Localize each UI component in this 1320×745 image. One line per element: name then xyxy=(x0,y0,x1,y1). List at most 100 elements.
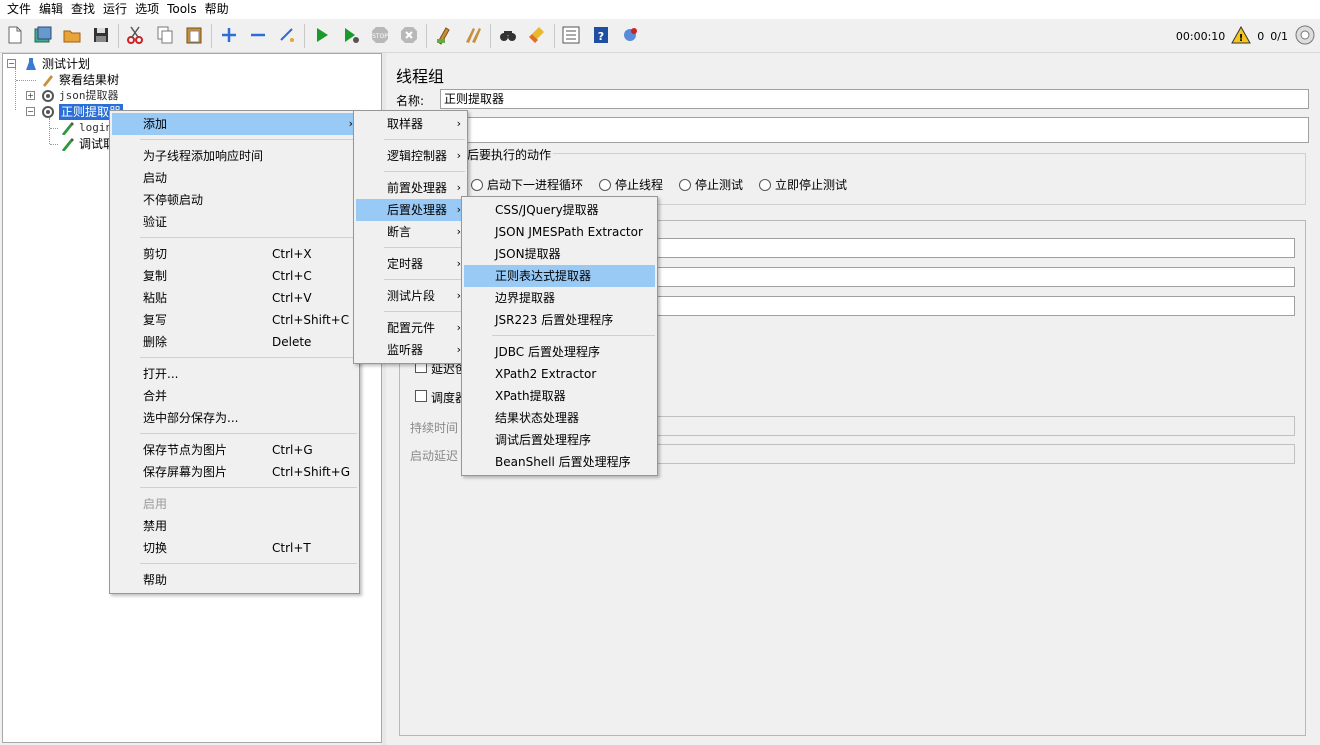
duration-input[interactable] xyxy=(655,416,1295,436)
menu-item-merge[interactable]: 合并 xyxy=(112,385,357,407)
radio-start-next-loop[interactable]: 启动下一进程循环 xyxy=(471,176,583,193)
menu-item-jsr223-postprocessor[interactable]: JSR223 后置处理程序 xyxy=(464,309,655,331)
menu-item-listener[interactable]: 监听器 › xyxy=(356,339,465,361)
clear-icon[interactable] xyxy=(433,24,455,46)
menu-item-regex-extractor[interactable]: 正则表达式提取器 xyxy=(464,265,655,287)
start-icon[interactable] xyxy=(311,24,333,46)
radio-stop-thread[interactable]: 停止线程 xyxy=(599,176,663,193)
search-icon[interactable] xyxy=(497,24,519,46)
function-helper-icon[interactable] xyxy=(560,24,582,46)
menu-help[interactable]: 帮助 xyxy=(201,0,233,19)
reset-search-icon[interactable] xyxy=(526,24,548,46)
menu-item-beanshell-postprocessor[interactable]: BeanShell 后置处理程序 xyxy=(464,451,655,473)
menu-item-help[interactable]: 帮助 xyxy=(112,569,357,591)
scheduler-checkbox[interactable] xyxy=(415,390,427,402)
help-icon[interactable]: ? xyxy=(590,24,612,46)
shutdown-icon[interactable] xyxy=(398,24,420,46)
tree-node-json-extractor[interactable]: json提取器 xyxy=(40,88,119,104)
menu-item-validate[interactable]: 验证 xyxy=(112,211,357,233)
copy-icon[interactable] xyxy=(154,24,176,46)
radio-circle[interactable] xyxy=(679,178,691,191)
menu-item-disable[interactable]: 禁用 xyxy=(112,515,357,537)
menu-item-save-selection[interactable]: 选中部分保存为... xyxy=(112,407,357,429)
startup-delay-input[interactable] xyxy=(655,444,1295,464)
menu-item-copy[interactable]: 复制 Ctrl+C xyxy=(112,265,357,287)
tree-node-view-results[interactable]: 察看结果树 xyxy=(40,72,119,88)
menu-item-start[interactable]: 启动 xyxy=(112,167,357,189)
loop-count-input[interactable] xyxy=(655,296,1295,316)
menu-item-save-node-image[interactable]: 保存节点为图片 Ctrl+G xyxy=(112,439,357,461)
menu-item-jdbc-postprocessor[interactable]: JDBC 后置处理程序 xyxy=(464,341,655,363)
menu-item-open[interactable]: 打开... xyxy=(112,363,357,385)
menu-item-cut[interactable]: 剪切 Ctrl+X xyxy=(112,243,357,265)
remote-status-icon[interactable] xyxy=(1294,24,1316,49)
menu-item-duplicate[interactable]: 复写 Ctrl+Shift+C xyxy=(112,309,357,331)
collapse-toggle[interactable]: − xyxy=(7,59,16,68)
menu-item-sampler[interactable]: 取样器 › xyxy=(356,113,465,135)
menu-item-css-jquery-extractor[interactable]: CSS/JQuery提取器 xyxy=(464,199,655,221)
menu-item-json-extractor[interactable]: JSON提取器 xyxy=(464,243,655,265)
menu-item-delete[interactable]: 删除 Delete xyxy=(112,331,357,353)
toggle-icon[interactable] xyxy=(276,24,298,46)
ramp-up-input[interactable] xyxy=(655,267,1295,287)
radio-stop-test-now[interactable]: 立即停止测试 xyxy=(759,176,847,193)
menu-item-add-response-time[interactable]: 为子线程添加响应时间 xyxy=(112,145,357,167)
menu-search[interactable]: 查找 xyxy=(67,0,99,19)
expand-all-icon[interactable] xyxy=(218,24,240,46)
listener-icon xyxy=(40,72,56,88)
menu-file[interactable]: 文件 xyxy=(3,0,35,19)
name-label: 名称: xyxy=(396,94,425,108)
cut-icon[interactable] xyxy=(124,24,146,46)
svg-text:?: ? xyxy=(598,30,604,43)
open-icon[interactable] xyxy=(61,24,83,46)
menu-item-config-element[interactable]: 配置元件 › xyxy=(356,317,465,339)
menu-item-xpath-extractor[interactable]: XPath提取器 xyxy=(464,385,655,407)
templates-icon[interactable] xyxy=(32,24,54,46)
comment-input[interactable] xyxy=(440,117,1309,143)
menu-edit[interactable]: 编辑 xyxy=(35,0,67,19)
radio-circle[interactable] xyxy=(471,178,483,191)
paste-icon[interactable] xyxy=(183,24,205,46)
context-menu: 添加 › 为子线程添加响应时间 启动 不停顿启动 验证 剪切 Ctrl+X 复制 Ct… xyxy=(109,110,360,594)
menu-item-start-no-pause[interactable]: 不停顿启动 xyxy=(112,189,357,211)
menu-item-timer[interactable]: 定时器 › xyxy=(356,253,465,275)
menu-item-xpath2-extractor[interactable]: XPath2 Extractor xyxy=(464,363,655,385)
menu-run[interactable]: 运行 xyxy=(99,0,131,19)
menu-item-save-screen-image[interactable]: 保存屏幕为图片 Ctrl+Shift+G xyxy=(112,461,357,483)
menu-item-result-status-handler[interactable]: 结果状态处理器 xyxy=(464,407,655,429)
clear-all-icon[interactable] xyxy=(462,24,484,46)
tree-node-login[interactable]: login xyxy=(60,120,112,136)
menu-item-logic-controller[interactable]: 逻辑控制器 › xyxy=(356,145,465,167)
expand-toggle[interactable]: + xyxy=(26,91,35,100)
threads-count-input[interactable] xyxy=(655,238,1295,258)
menu-item-json-jmespath-extractor[interactable]: JSON JMESPath Extractor xyxy=(464,221,655,243)
name-input[interactable]: 正则提取器 xyxy=(440,89,1309,109)
tree-node-debug[interactable]: 调试取 xyxy=(60,136,115,152)
warning-icon[interactable]: ! xyxy=(1231,25,1252,47)
radio-circle[interactable] xyxy=(759,178,771,191)
menu-item-toggle[interactable]: 切换 Ctrl+T xyxy=(112,537,357,559)
thread-count: 0/1 xyxy=(1270,29,1288,43)
radio-stop-test[interactable]: 停止测试 xyxy=(679,176,743,193)
menu-item-enable[interactable]: 启用 xyxy=(112,493,357,515)
timer: 00:00:10 xyxy=(1175,29,1226,43)
new-icon[interactable] xyxy=(4,24,26,46)
menu-item-post-processor[interactable]: 后置处理器 › xyxy=(356,199,465,221)
collapse-toggle[interactable]: − xyxy=(26,107,35,116)
menu-item-assertion[interactable]: 断言 › xyxy=(356,221,465,243)
menu-item-add[interactable]: 添加 › xyxy=(112,113,357,135)
start-no-pause-icon[interactable] xyxy=(340,24,362,46)
save-icon[interactable] xyxy=(90,24,112,46)
tree-node-test-plan[interactable]: 测试计划 xyxy=(23,56,90,72)
radio-circle[interactable] xyxy=(599,178,611,191)
menu-item-debug-postprocessor[interactable]: 调试后置处理程序 xyxy=(464,429,655,451)
remote-icon[interactable] xyxy=(619,24,641,46)
collapse-all-icon[interactable] xyxy=(247,24,269,46)
menu-item-boundary-extractor[interactable]: 边界提取器 xyxy=(464,287,655,309)
menu-tools[interactable]: Tools xyxy=(163,0,201,19)
menu-item-test-fragment[interactable]: 测试片段 › xyxy=(356,285,465,307)
menu-options[interactable]: 选项 xyxy=(131,0,163,19)
stop-icon[interactable]: STOP xyxy=(369,24,391,46)
menu-item-pre-processor[interactable]: 前置处理器 › xyxy=(356,177,465,199)
menu-item-paste[interactable]: 粘贴 Ctrl+V xyxy=(112,287,357,309)
